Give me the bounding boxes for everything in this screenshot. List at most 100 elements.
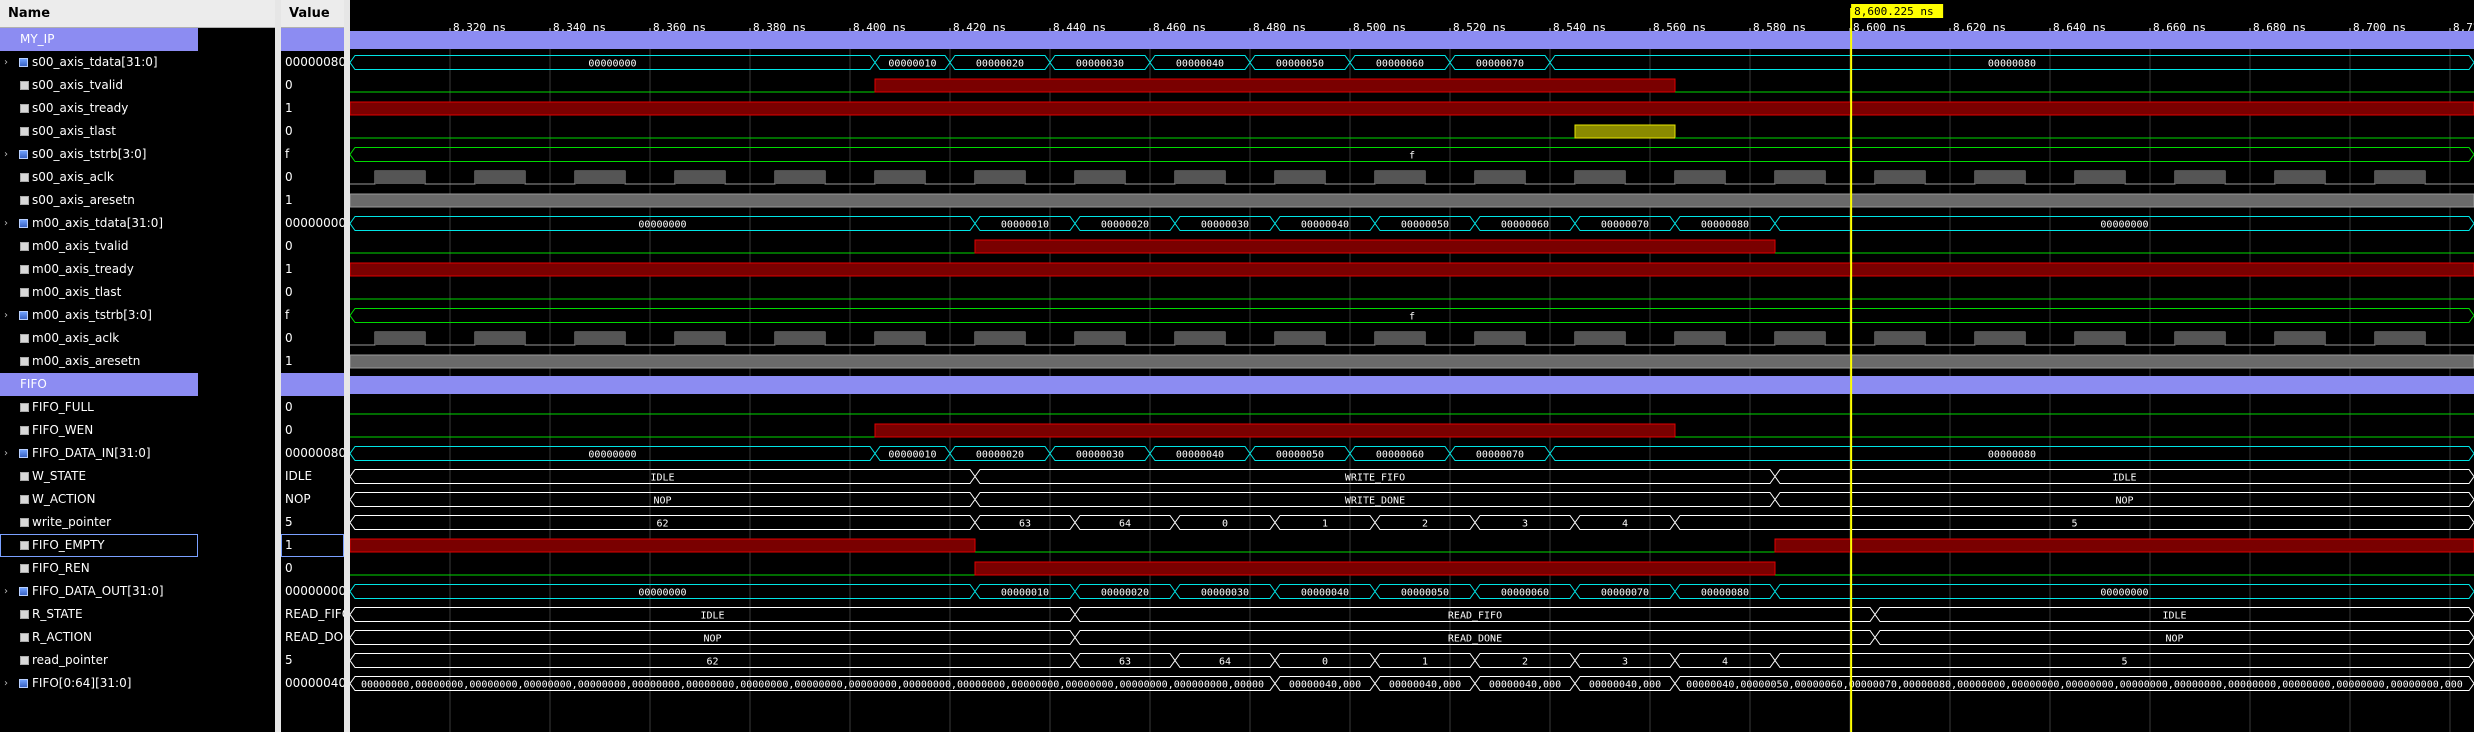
expand-chevron-icon[interactable]: ›	[4, 51, 8, 74]
signal-name: FIFO_WEN	[32, 423, 94, 437]
bus-value-label: 00000040,000	[1489, 680, 1561, 691]
bit-signal-icon	[20, 173, 29, 182]
signal-row-m00-axis-tready[interactable]: m00_axis_tready	[0, 258, 275, 281]
signal-row-fifo-empty[interactable]: FIFO_EMPTY	[0, 534, 198, 557]
signal-row-m00-axis-tlast[interactable]: m00_axis_tlast	[0, 281, 275, 304]
signal-row-r-state[interactable]: R_STATE	[0, 603, 275, 626]
clock-high-fill	[2375, 171, 2425, 184]
signal-value: 0	[285, 78, 293, 92]
bus-value-label: 64	[1219, 657, 1231, 668]
clock-high-fill	[2075, 171, 2125, 184]
bit-signal-icon	[20, 104, 29, 113]
signal-row-m00-axis-aclk[interactable]: m00_axis_aclk	[0, 327, 275, 350]
signal-value: 5	[285, 653, 293, 667]
clock-high-fill	[2175, 332, 2225, 345]
signal-row-fifo-full[interactable]: FIFO_FULL	[0, 396, 275, 419]
signal-row-s00-axis-aresetn[interactable]: s00_axis_aresetn	[0, 189, 275, 212]
signal-row-m00-axis-tvalid[interactable]: m00_axis_tvalid	[0, 235, 275, 258]
signal-row-s00-axis-tlast[interactable]: s00_axis_tlast	[0, 120, 275, 143]
bit-high	[350, 262, 2474, 277]
signal-value: f	[285, 308, 290, 322]
bus-value-label: 00000020	[1101, 220, 1149, 231]
signal-row-w-action[interactable]: W_ACTION	[0, 488, 275, 511]
bit-signal-icon	[20, 495, 29, 504]
bus-value-label: 00000010	[1001, 220, 1049, 231]
signal-row-s00-axis-tvalid[interactable]: s00_axis_tvalid	[0, 74, 275, 97]
bus-value-label: 5	[2121, 657, 2127, 668]
signal-row-write-pointer[interactable]: write_pointer	[0, 511, 275, 534]
signal-value: READ_DONE	[285, 630, 344, 644]
bus-value-label: 00000050	[1401, 588, 1449, 599]
bit-signal-icon	[20, 426, 29, 435]
expand-chevron-icon[interactable]: ›	[4, 580, 8, 603]
bus-value-label: READ_FIFO	[1448, 611, 1502, 622]
signal-row-s00-axis-tready[interactable]: s00_axis_tready	[0, 97, 275, 120]
signal-row-fifo[interactable]: FIFO	[0, 373, 198, 396]
signal-row-s00-axis-tstrb-3-0[interactable]: › s00_axis_tstrb[3:0]	[0, 143, 275, 166]
value-column-header[interactable]: Value	[281, 0, 344, 28]
bus-value-label: 00000080	[1988, 59, 2036, 70]
bus-value-label: NOP	[2115, 496, 2133, 507]
bus-value-label: 5	[2071, 519, 2077, 530]
bus-value-label: 00000030	[1076, 450, 1124, 461]
expand-chevron-icon[interactable]: ›	[4, 212, 8, 235]
bus-value-label: 00000070	[1476, 59, 1524, 70]
clock-high-fill	[1075, 171, 1125, 184]
signal-row-fifo-wen[interactable]: FIFO_WEN	[0, 419, 275, 442]
bus-value-label: 00000040	[1176, 450, 1224, 461]
expand-chevron-icon[interactable]: ›	[4, 442, 8, 465]
bus-value-label: 00000040	[1301, 588, 1349, 599]
bus-value-label: 3	[1622, 657, 1628, 668]
signal-row-read-pointer[interactable]: read_pointer	[0, 649, 275, 672]
expand-chevron-icon[interactable]: ›	[4, 672, 8, 695]
bus-value-label: READ_DONE	[1448, 634, 1502, 645]
bit-signal-icon	[20, 633, 29, 642]
clock-high-fill	[2275, 171, 2325, 184]
signal-row-fifo-data-out-31-0[interactable]: › FIFO_DATA_OUT[31:0]	[0, 580, 275, 603]
signal-name: FIFO_EMPTY	[32, 538, 105, 552]
expand-chevron-icon[interactable]: ›	[4, 304, 8, 327]
bus-value-label: 00000020	[976, 450, 1024, 461]
waveform-canvas[interactable]: 8,320 ns 8,340 ns 8,360 ns 8,380 ns 8,400 ns…	[350, 0, 2474, 732]
group-band	[350, 376, 2474, 394]
signal-value: READ_FIFO	[285, 607, 344, 621]
bus-value-label: 00000080	[1988, 450, 2036, 461]
clock-high-fill	[1475, 171, 1525, 184]
signal-row-r-action[interactable]: R_ACTION	[0, 626, 275, 649]
clock-high-fill	[375, 332, 425, 345]
signal-value: 00000080	[285, 55, 344, 69]
clock-high-fill	[1775, 332, 1825, 345]
bus-value-label: 00000020	[976, 59, 1024, 70]
bus-value-label: 4	[1722, 657, 1728, 668]
signal-row-s00-axis-aclk[interactable]: s00_axis_aclk	[0, 166, 275, 189]
trace-3	[350, 101, 2474, 116]
signal-row-m00-axis-aresetn[interactable]: m00_axis_aresetn	[0, 350, 275, 373]
value-panel: Value 00000080 0 1 0 f 0 1 00000000 0 1 0 f 0 1 0 0 0000…	[281, 0, 344, 732]
signal-row-fifo-ren[interactable]: FIFO_REN	[0, 557, 275, 580]
signal-row-w-state[interactable]: W_STATE	[0, 465, 275, 488]
trace-28: 00000000,00000000,00000000,00000000,0000…	[350, 676, 2474, 691]
clock-high-fill	[675, 171, 725, 184]
clock-high-fill	[1275, 171, 1325, 184]
signal-name: m00_axis_tlast	[32, 285, 122, 299]
bus-value-label: 00000070	[1601, 220, 1649, 231]
bit-high	[350, 193, 2474, 208]
signal-row-m00-axis-tstrb-3-0[interactable]: › m00_axis_tstrb[3:0]	[0, 304, 275, 327]
signal-row-m00-axis-tdata-31-0[interactable]: › m00_axis_tdata[31:0]	[0, 212, 275, 235]
bit-high	[1574, 124, 1676, 139]
bus-value-label: 2	[1422, 519, 1428, 530]
signal-row-s00-axis-tdata-31-0[interactable]: › s00_axis_tdata[31:0]	[0, 51, 275, 74]
signal-row-fifo-data-in-31-0[interactable]: › FIFO_DATA_IN[31:0]	[0, 442, 275, 465]
name-column-header[interactable]: Name	[0, 0, 275, 28]
signal-row-fifo-0-64-31-0[interactable]: › FIFO[0:64][31:0]	[0, 672, 275, 695]
bit-signal-icon	[20, 196, 29, 205]
signal-name: FIFO_FULL	[32, 400, 94, 414]
clock-high-fill	[775, 171, 825, 184]
bus-value-label: 00000050	[1401, 220, 1449, 231]
expand-chevron-icon[interactable]: ›	[4, 143, 8, 166]
signal-row-my-ip[interactable]: MY_IP	[0, 28, 198, 51]
signal-value: 5	[285, 515, 293, 529]
bit-high	[974, 561, 1776, 576]
cursor-label: 8,600.225 ns	[1854, 5, 1933, 18]
group-label: FIFO	[20, 377, 47, 391]
